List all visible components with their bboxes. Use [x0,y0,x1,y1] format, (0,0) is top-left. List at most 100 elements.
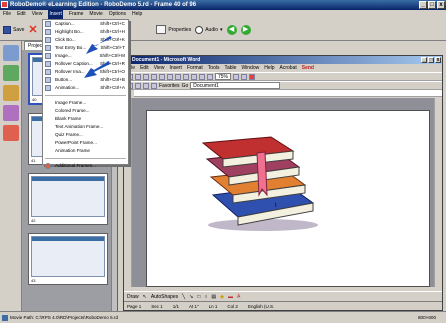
document-page[interactable]: I [146,110,430,287]
paste-icon[interactable] [175,73,181,80]
word-menu-insert[interactable]: Insert [169,64,182,72]
forward-icon[interactable]: ▶ [240,24,251,35]
menu-item-powerpoint-frame[interactable]: PowerPoint Frame... [43,139,128,147]
publish-icon[interactable] [3,85,19,101]
word-menu-table[interactable]: Table [224,64,236,72]
open-icon[interactable] [135,73,141,80]
web-home-icon[interactable] [151,82,157,89]
menu-help[interactable]: Help [132,10,142,19]
button-icon [45,77,51,83]
audio-icon [195,25,204,34]
save-icon[interactable] [143,73,149,80]
menu-item-additional-frames[interactable]: Additional Frames... [43,162,128,170]
word-menu-format[interactable]: Format [187,64,203,72]
copy-icon[interactable] [167,73,173,80]
web-forward-icon[interactable] [135,82,141,89]
menu-item-colored-frame[interactable]: Colored Frame... [43,107,128,115]
bold-icon[interactable] [233,73,240,80]
minimize-button[interactable]: _ [419,1,427,9]
word-document-area: I [124,98,442,287]
delete-icon[interactable]: ✕ [28,24,38,35]
word-menu-send[interactable]: Send [302,64,314,72]
oval-icon[interactable]: ○ [204,294,207,300]
record-icon[interactable] [3,105,19,121]
menu-item-quiz-frame[interactable]: Quiz Frame... [43,131,128,139]
menu-item-animation-frame[interactable]: Animation Frame [43,147,128,155]
rectangle-icon[interactable]: □ [197,294,200,300]
textbox-icon[interactable]: ▤ [211,294,216,300]
back-icon[interactable]: ◀ [226,24,237,35]
word-maximize-button[interactable]: □ [428,57,434,63]
menu-frame[interactable]: Frame [69,10,83,19]
menu-view[interactable]: View [32,10,43,19]
columns-icon[interactable] [207,73,213,80]
table-icon[interactable] [199,73,205,80]
word-minimize-button[interactable]: _ [421,57,427,63]
cut-icon[interactable] [159,73,165,80]
word-status-bar: Page 1 Sec 1 1/1 At 1" Ln 1 Col 2 Englis… [124,301,442,310]
quiz-icon[interactable] [3,125,19,141]
menu-item-animation[interactable]: Animation... Shift+Ctrl+A [43,84,128,92]
select-objects-icon[interactable]: ↖ [143,294,147,300]
word-vertical-scrollbar[interactable] [434,98,442,287]
redo-icon[interactable] [191,73,197,80]
fill-color-icon[interactable]: ◆ [220,294,224,300]
undo-icon[interactable] [183,73,189,80]
word-menu-edit[interactable]: Edit [140,64,149,72]
callout-arrow-icon [86,36,112,54]
font-color-icon[interactable] [249,73,256,80]
audio-button[interactable]: Audio ▾ [195,25,223,34]
word-title: Document1 - Microsoft Word [132,57,201,63]
additional-frames-icon [45,163,51,169]
print-icon[interactable] [151,73,157,80]
word-menu-window[interactable]: Window [241,64,259,72]
arrow-tool-icon[interactable]: ↘ [189,294,193,300]
click-box-icon [45,37,51,43]
favorites-menu[interactable]: Favorites [159,83,180,89]
go-menu[interactable]: Go [182,83,189,89]
font-color-a-icon[interactable]: A [237,294,240,300]
menu-item-highlight-box[interactable]: Highlight Bo... Shift+Ctrl+H [43,28,128,36]
animation-icon [45,85,51,91]
web-stop-icon[interactable] [143,82,149,89]
menu-insert[interactable]: Insert [48,10,63,19]
menu-options[interactable]: Options [109,10,126,19]
save-button[interactable]: Save [3,25,24,34]
frame-thumbnail[interactable]: 43 [28,233,108,285]
status-pages: 1/1 [172,304,180,309]
title-bar: RoboDemo® eLearning Edition - RoboDemo 5… [0,0,446,10]
menu-item-caption[interactable]: Caption... Shift+Ctrl+C [43,20,128,28]
edit-icon[interactable] [3,45,19,61]
line-color-icon[interactable]: ▬ [228,294,233,300]
draw-menu[interactable]: Draw [127,294,139,300]
preview-icon[interactable] [3,65,19,81]
menu-item-image-frame[interactable]: Image Frame... [43,99,128,107]
autoshapes-menu[interactable]: AutoShapes [151,294,178,300]
menu-item-blank-frame[interactable]: Blank Frame [43,115,128,123]
align-icon[interactable] [241,73,248,80]
text-entry-icon [45,45,51,51]
frame-thumbnail[interactable]: 42 [28,173,108,225]
status-line: Ln 1 [208,304,218,309]
movie-icon [2,315,8,321]
menu-item-text-animation-frame[interactable]: Text Animation Frame... [43,123,128,131]
status-page: Page 1 [127,304,142,309]
word-menu-tools[interactable]: Tools [208,64,220,72]
highlight-icon [45,29,51,35]
zoom-select[interactable]: 75% [215,73,232,80]
line-icon[interactable]: ╲ [182,294,185,300]
properties-button[interactable]: Properties [156,25,191,34]
word-close-button[interactable]: x [435,57,441,63]
menu-file[interactable]: File [3,10,11,19]
drawing-toolbar: Draw ↖ AutoShapes ╲ ↘ □ ○ ▤ ◆ ▬ A [124,291,442,301]
address-field[interactable]: Document1 [190,82,281,89]
maximize-button[interactable]: □ [428,1,436,9]
word-menu-help[interactable]: Help [264,64,274,72]
close-button[interactable]: x [437,1,445,9]
dropdown-arrow-icon: ▾ [220,26,223,33]
menu-edit[interactable]: Edit [17,10,26,19]
menu-movie[interactable]: Movie [89,10,102,19]
word-menu-view[interactable]: View [154,64,165,72]
word-standard-toolbar: 75% [124,72,442,81]
word-menu-acrobat[interactable]: Acrobat [280,64,297,72]
